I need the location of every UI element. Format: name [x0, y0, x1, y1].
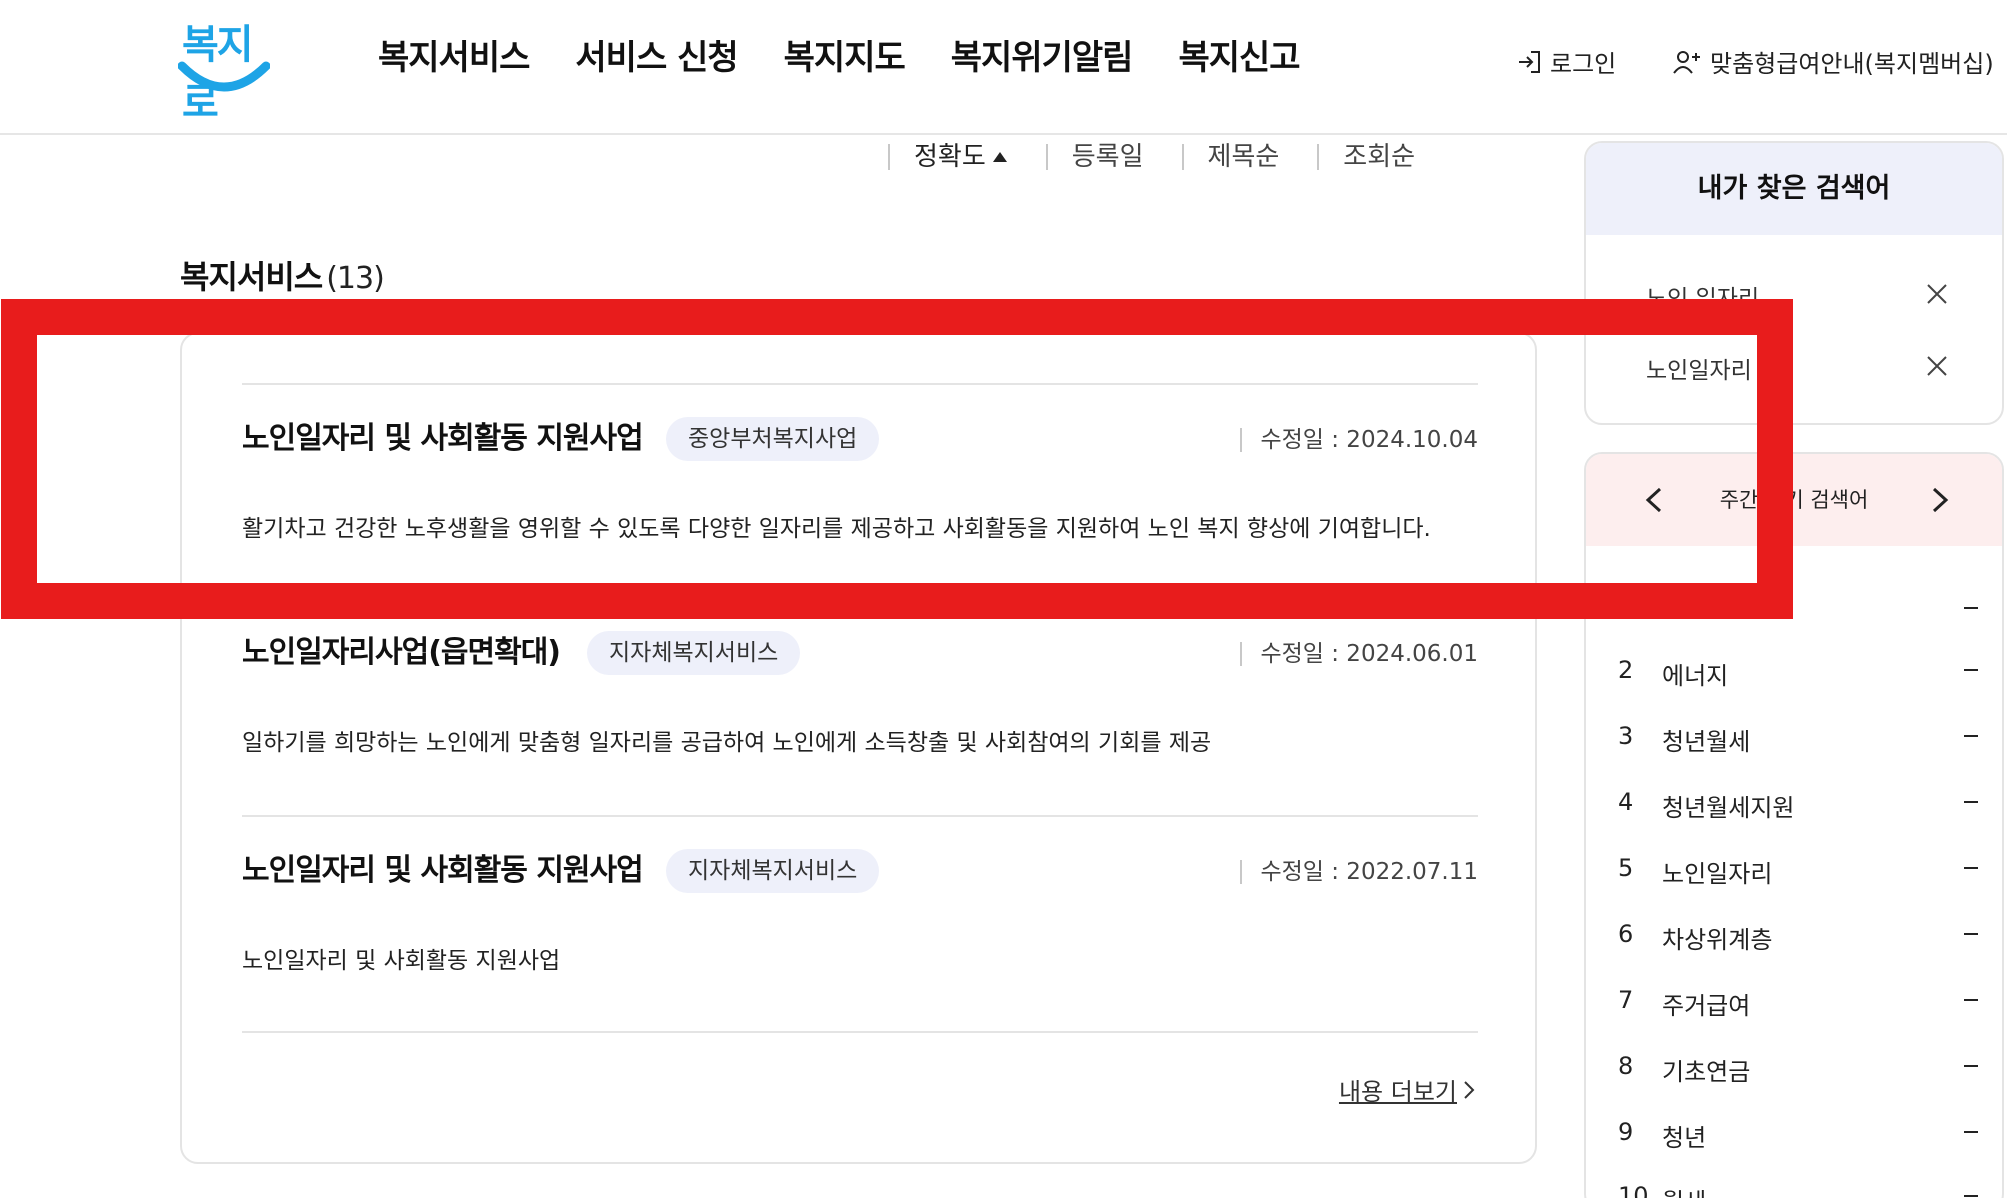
rank-number: 10 [1618, 1182, 1649, 1198]
my-search-item[interactable]: 노인 일자리 [1646, 279, 1759, 313]
rank-keyword: 월세 [1662, 1182, 1706, 1198]
logo-smile-icon [178, 61, 270, 92]
site-header: 복지로 복지서비스 서비스 신청 복지지도 복지위기알림 복지신고 로그인 맞춤… [0, 0, 2007, 135]
rank-keyword: 주거급여 [1662, 992, 1751, 1020]
membership-link[interactable]: 맞춤형급여안내(복지멤버십) [1672, 44, 1994, 79]
rank-change-dash [1964, 1195, 1978, 1197]
sort-tabs: 정확도 등록일 제목순 조회순 [888, 144, 1453, 170]
my-search-title: 내가 찾은 검색어 [1586, 143, 2002, 235]
rank-change-dash [1964, 607, 1978, 609]
result-category-badge: 지자체복지서비스 [587, 631, 801, 675]
main-nav: 복지서비스 서비스 신청 복지지도 복지위기알림 복지신고 [378, 30, 1301, 79]
rank-keyword: 에너지 [1662, 662, 1729, 690]
rank-change-dash [1964, 801, 1978, 803]
rank-change-dash [1964, 1065, 1978, 1067]
my-search-item[interactable]: 노인일자리 [1646, 351, 1752, 385]
rank-change-dash [1964, 669, 1978, 671]
result-item: 노인일자리 및 사회활동 지원사업 지자체복지서비스 수정일 : 2022.07… [242, 815, 1478, 1031]
result-title[interactable]: 노인일자리사업(읍면확대) [242, 627, 561, 671]
result-description: 활기차고 건강한 노후생활을 영위할 수 있도록 다양한 일자리를 제공하고 사… [242, 516, 1431, 542]
sort-views[interactable]: 조회순 [1317, 144, 1441, 170]
result-category-badge: 지자체복지서비스 [666, 849, 880, 893]
close-icon[interactable] [1924, 281, 1950, 307]
sort-up-icon [992, 152, 1007, 162]
rank-keyword: 청년월세 [1662, 728, 1751, 756]
rank-change-dash [1964, 999, 1978, 1001]
user-add-icon [1673, 50, 1700, 74]
nav-crisis-alert[interactable]: 복지위기알림 [951, 30, 1134, 79]
popular-search-header: 주간 인기 검색어 [1586, 454, 2002, 546]
result-title[interactable]: 노인일자리 및 사회활동 지원사업 [242, 845, 644, 889]
rank-number: 2 [1618, 656, 1634, 684]
login-icon [1519, 50, 1540, 73]
bokjiro-logo[interactable]: 복지로 [178, 12, 274, 126]
result-description: 일하기를 희망하는 노인에게 맞춤형 일자리를 공급하여 노인에게 소득창출 및… [242, 730, 1212, 756]
rank-number: 9 [1618, 1118, 1634, 1146]
result-count: (13) [326, 261, 385, 296]
nav-service-apply[interactable]: 서비스 신청 [575, 30, 738, 79]
rank-number: 3 [1618, 722, 1634, 750]
result-modified-date: 수정일 : 2024.10.04 [1240, 428, 1478, 452]
rank-change-dash [1964, 933, 1978, 935]
result-modified-date: 수정일 : 2022.07.11 [1240, 860, 1478, 884]
nav-welfare-report[interactable]: 복지신고 [1178, 30, 1300, 79]
close-icon[interactable] [1924, 353, 1950, 379]
rank-number: 4 [1618, 788, 1634, 816]
sort-accuracy[interactable]: 정확도 [888, 144, 1034, 170]
result-modified-date: 수정일 : 2024.06.01 [1240, 642, 1478, 666]
result-divider [242, 1031, 1478, 1033]
result-category-badge: 중앙부처복지사업 [666, 417, 880, 461]
result-item: 노인일자리사업(읍면확대) 지자체복지서비스 수정일 : 2024.06.01 … [242, 599, 1478, 815]
rank-number: 6 [1618, 920, 1634, 948]
section-title: 복지서비스 (13) [180, 258, 385, 296]
popular-search-panel: 주간 인기 검색어 2 에너지 3 청년월세 4 청년월세지원 5 노인일자리 … [1584, 452, 2004, 1198]
rank-keyword: 차상위계층 [1662, 926, 1773, 954]
rank-number: 5 [1618, 854, 1634, 882]
more-link[interactable]: 내용 더보기 [1339, 1072, 1475, 1107]
rank-number: 8 [1618, 1052, 1634, 1080]
sort-title[interactable]: 제목순 [1181, 144, 1306, 170]
result-item: 노인일자리 및 사회활동 지원사업 중앙부처복지사업 수정일 : 2024.10… [242, 383, 1478, 599]
rank-change-dash [1964, 1131, 1978, 1133]
login-label: 로그인 [1550, 50, 1617, 78]
rank-number: 7 [1618, 986, 1634, 1014]
nav-welfare-map[interactable]: 복지지도 [784, 30, 906, 79]
result-title[interactable]: 노인일자리 및 사회활동 지원사업 [242, 413, 644, 457]
login-link[interactable]: 로그인 [1516, 44, 1616, 79]
rank-item[interactable] [1618, 594, 1978, 624]
rank-keyword: 기초연금 [1662, 1058, 1751, 1086]
chevron-right-icon [1464, 1080, 1475, 1099]
sort-registered[interactable]: 등록일 [1045, 144, 1170, 170]
rank-change-dash [1964, 867, 1978, 869]
chevron-right-icon[interactable] [1928, 486, 1952, 514]
rank-keyword: 청년 [1662, 1124, 1707, 1152]
rank-keyword: 노인일자리 [1662, 860, 1773, 888]
membership-label: 맞춤형급여안내(복지멤버십) [1710, 50, 1994, 78]
rank-change-dash [1964, 735, 1978, 737]
result-list: 노인일자리 및 사회활동 지원사업 중앙부처복지사업 수정일 : 2024.10… [180, 332, 1537, 1164]
result-description: 노인일자리 및 사회활동 지원사업 [242, 948, 561, 974]
my-search-panel: 내가 찾은 검색어 노인 일자리 노인일자리 [1584, 141, 2004, 425]
rank-keyword: 청년월세지원 [1662, 794, 1795, 822]
nav-welfare-service[interactable]: 복지서비스 [378, 30, 530, 79]
